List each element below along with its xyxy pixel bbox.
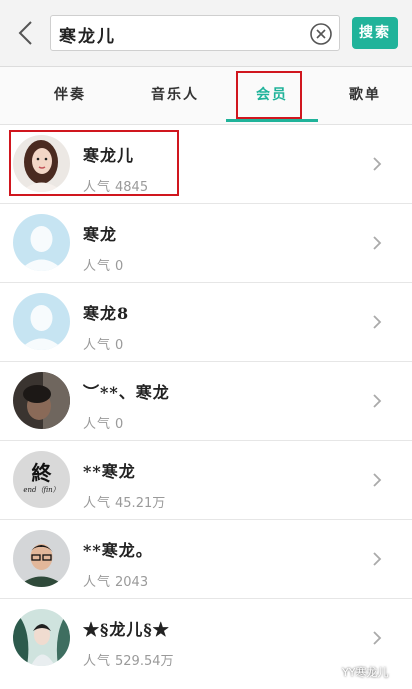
member-name: 寒龙 (83, 225, 118, 244)
popularity: 人气 0 (83, 413, 123, 432)
active-tab-indicator (226, 119, 318, 122)
highlight-box-tab (236, 71, 302, 119)
avatar (13, 609, 70, 666)
popularity: 人气 529.54万 (83, 650, 174, 669)
popularity-label: 人气 (83, 338, 112, 353)
watermark: YY寒龙儿 (342, 666, 389, 679)
list-item[interactable]: **寒龙。 人气 2043 (0, 520, 412, 599)
highlight-box-first-result (9, 130, 179, 196)
popularity: 人气 2043 (83, 571, 148, 590)
popularity-label: 人气 (83, 654, 112, 669)
list-item[interactable]: 終 end（fin） **寒龙 人气 45.21万 (0, 441, 412, 520)
chevron-left-icon (18, 21, 32, 45)
popularity-label: 人气 (83, 259, 112, 274)
popularity-value: 0 (115, 338, 124, 353)
popularity: 人气 0 (83, 334, 123, 353)
member-name: ★§龙儿§★ (83, 620, 170, 639)
chevron-right-icon (373, 473, 382, 487)
chevron-right-icon (373, 315, 382, 329)
search-box (50, 15, 340, 51)
chevron-right-icon (373, 552, 382, 566)
popularity-value: 0 (115, 259, 124, 274)
popularity-value: 2043 (115, 575, 149, 590)
chevron-right-icon (373, 236, 382, 250)
popularity: 人气 0 (83, 255, 123, 274)
member-name: 寒龙8 (83, 304, 130, 323)
avatar (13, 214, 70, 271)
avatar: 終 end（fin） (13, 451, 70, 508)
chevron-right-icon (373, 631, 382, 645)
member-name: ︶**、寒龙 (83, 383, 170, 402)
popularity-label: 人气 (83, 417, 112, 432)
avatar (13, 530, 70, 587)
member-name: **寒龙。 (83, 541, 153, 560)
category-tabs: 伴奏 音乐人 会员 歌单 (0, 67, 412, 125)
tab-accompaniment[interactable]: 伴奏 (30, 67, 110, 124)
avatar (13, 293, 70, 350)
avatar-text-bottom: end（fin） (23, 486, 60, 494)
list-item[interactable]: 寒龙 人气 0 (0, 204, 412, 283)
clear-search-button[interactable] (309, 22, 333, 46)
popularity-label: 人气 (83, 575, 112, 590)
avatar-text-top: 終 (31, 461, 52, 485)
chevron-right-icon (373, 394, 382, 408)
popularity-value: 45.21万 (115, 496, 166, 511)
back-button[interactable] (12, 18, 42, 48)
search-button[interactable]: 搜索 (352, 17, 398, 49)
chevron-right-icon (373, 157, 382, 171)
search-input[interactable] (57, 19, 301, 49)
tab-playlists[interactable]: 歌单 (325, 67, 405, 124)
member-name: **寒龙 (83, 462, 136, 481)
popularity-label: 人气 (83, 496, 112, 511)
search-header: 搜索 (0, 0, 412, 67)
default-user-icon (13, 293, 70, 350)
circle-x-icon (310, 23, 332, 45)
default-user-icon (13, 214, 70, 271)
list-item[interactable]: ︶**、寒龙 人气 0 (0, 362, 412, 441)
popularity-value: 529.54万 (115, 654, 174, 669)
avatar (13, 372, 70, 429)
list-item[interactable]: 寒龙8 人气 0 (0, 283, 412, 362)
tab-musicians[interactable]: 音乐人 (130, 67, 220, 124)
popularity-value: 0 (115, 417, 124, 432)
popularity: 人气 45.21万 (83, 492, 165, 511)
